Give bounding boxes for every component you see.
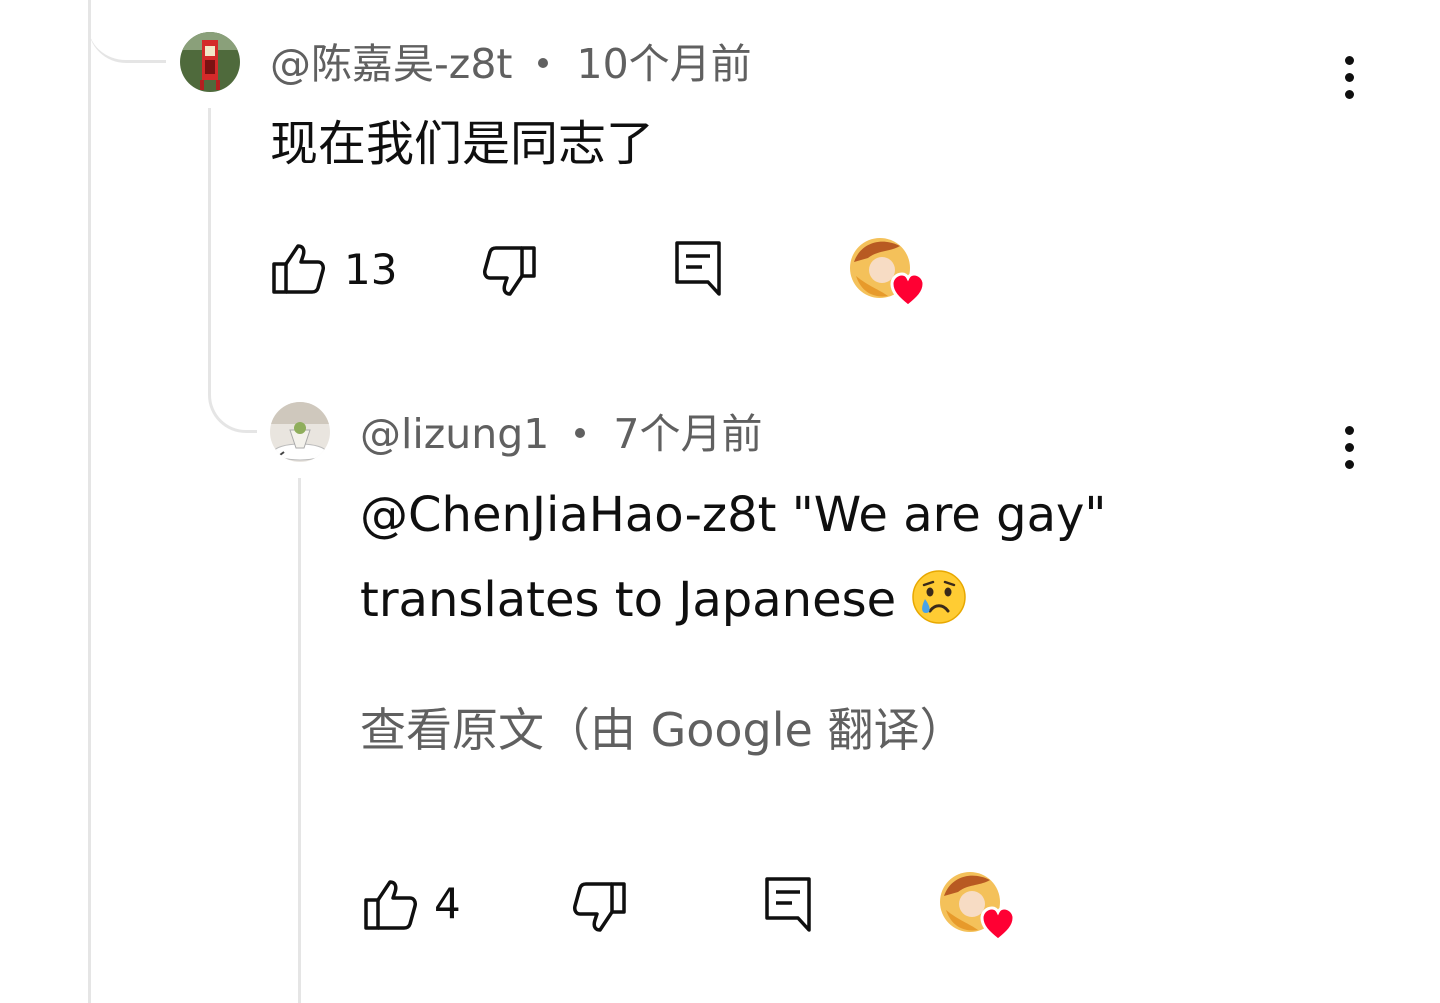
separator-dot bbox=[538, 58, 549, 68]
thread-connector-1 bbox=[88, 0, 166, 63]
dislike-button[interactable] bbox=[572, 880, 628, 934]
reply-thread-line-2 bbox=[298, 478, 301, 1003]
more-options-button[interactable] bbox=[1339, 54, 1363, 102]
reply-button[interactable] bbox=[764, 876, 814, 934]
like-button[interactable] bbox=[362, 878, 418, 932]
reply-icon bbox=[765, 877, 811, 932]
thumbs-up-icon bbox=[364, 880, 417, 930]
comment-meta: @lizung1 7个月前 bbox=[360, 410, 762, 458]
like-button[interactable] bbox=[270, 242, 326, 296]
thumbs-up-icon bbox=[272, 244, 325, 294]
like-count: 4 bbox=[434, 879, 461, 928]
reply-thread-line-1 bbox=[208, 108, 211, 388]
view-original-link[interactable]: 查看原文（由 Google 翻译） bbox=[360, 694, 965, 760]
crying-face-icon bbox=[912, 570, 967, 624]
comment-text-line-2: translates to Japanese bbox=[360, 557, 967, 643]
outer-thread-line bbox=[88, 0, 91, 1003]
comment-text: 现在我们是同志了 bbox=[270, 116, 655, 172]
avatar[interactable] bbox=[270, 402, 330, 462]
separator-dot bbox=[575, 428, 586, 438]
author-name[interactable]: @lizung1 bbox=[360, 410, 549, 458]
thumbs-down-icon bbox=[573, 882, 626, 932]
comment-text-line-2-text: translates to Japanese bbox=[360, 572, 897, 628]
more-options-button[interactable] bbox=[1339, 424, 1363, 472]
creator-heart-badge[interactable] bbox=[850, 236, 934, 308]
timestamp: 7个月前 bbox=[613, 410, 763, 458]
like-count: 13 bbox=[344, 245, 398, 294]
author-name[interactable]: @陈嘉昊-z8t bbox=[270, 40, 512, 88]
creator-heart-badge[interactable] bbox=[940, 870, 1024, 942]
reply-icon bbox=[675, 241, 721, 296]
thumbs-down-icon bbox=[483, 246, 536, 296]
thread-connector-2 bbox=[208, 380, 257, 433]
dislike-button[interactable] bbox=[482, 244, 538, 298]
heart-icon bbox=[890, 272, 926, 308]
reply-button[interactable] bbox=[674, 240, 724, 298]
comment-meta: @陈嘉昊-z8t 10个月前 bbox=[270, 40, 752, 88]
comment-text-line-1: @ChenJiaHao-z8t "We are gay" bbox=[360, 487, 1107, 543]
timestamp: 10个月前 bbox=[576, 40, 752, 88]
heart-icon bbox=[980, 906, 1016, 942]
avatar[interactable] bbox=[180, 32, 240, 92]
